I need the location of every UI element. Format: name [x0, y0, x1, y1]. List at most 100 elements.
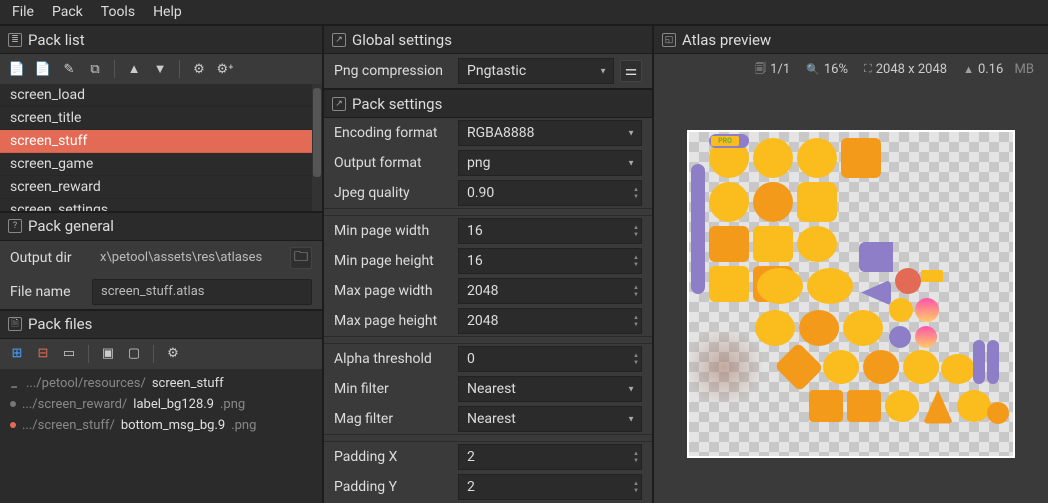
sep: [114, 60, 115, 78]
menubar: File Pack Tools Help: [0, 0, 1048, 24]
setting-spinner[interactable]: 0.90▲▼: [458, 180, 642, 206]
setting-row: Alpha threshold0▲▼: [324, 344, 652, 374]
settings-divider: [324, 336, 652, 344]
atlas-preview-area[interactable]: PRO: [654, 84, 1048, 503]
select-all-icon[interactable]: ▭: [60, 345, 78, 363]
setting-select[interactable]: Nearest▼: [458, 376, 642, 402]
file-ext: .png: [231, 418, 256, 433]
pack-item[interactable]: screen_game: [0, 153, 312, 176]
pack-item[interactable]: screen_stuff: [0, 130, 312, 153]
output-dir-label: Output dir: [10, 250, 84, 266]
sprite: [753, 138, 793, 178]
dim-icon: ⛶: [864, 62, 872, 76]
pro-small-badge: [921, 270, 943, 282]
setting-spinner[interactable]: 16▲▼: [458, 248, 642, 274]
setting-row: Mag filterNearest▼: [324, 404, 652, 434]
sprite: [797, 226, 837, 262]
setting-label: Jpeg quality: [334, 185, 458, 201]
add-file-icon[interactable]: ⊞: [8, 345, 26, 363]
sliders-icon[interactable]: ⚌: [620, 60, 642, 82]
sprite: [774, 342, 823, 391]
pack-list[interactable]: screen_loadscreen_titlescreen_stuffscree…: [0, 84, 312, 211]
pack-settings-icon: ↗: [332, 97, 346, 111]
setting-row: Padding Y2▲▼: [324, 472, 652, 502]
pack-general-body: Output dir x\petool\assets\res\atlases 🗀…: [0, 241, 322, 309]
status-dot: [10, 401, 16, 407]
file-path-hi: screen_stuff: [152, 376, 224, 391]
file-name-input[interactable]: screen_stuff.atlas: [92, 279, 312, 305]
setting-select[interactable]: png▼: [458, 150, 642, 176]
right-column: ◱ Atlas preview 🗐1/1 🔍16% ⛶2048 x 2048 ▲…: [654, 24, 1048, 503]
pack-list-toolbar: 📄 📄 ✎ ⧉ ▲ ▼ ⚙ ⚙⁺: [0, 54, 322, 84]
sprite: [807, 268, 853, 304]
sprite: [709, 226, 749, 262]
zoom-icon: 🔍: [806, 63, 820, 76]
atlas-preview-header: ◱ Atlas preview: [654, 24, 1048, 54]
sprite: [915, 298, 939, 322]
setting-row: Min page height16▲▼: [324, 246, 652, 276]
setting-label: Min page height: [334, 253, 458, 269]
setting-label: Mag filter: [334, 411, 458, 427]
sprite: [889, 298, 913, 322]
file-path-dim: .../screen_reward/: [22, 397, 127, 412]
sep: [153, 345, 154, 363]
setting-select[interactable]: Nearest▼: [458, 406, 642, 432]
setting-spinner[interactable]: 16▲▼: [458, 218, 642, 244]
pack-files-icon: 🗎: [8, 317, 22, 331]
setting-spinner[interactable]: 0▲▼: [458, 346, 642, 372]
file-item[interactable]: .../petool/resources/screen_stuff: [8, 373, 314, 394]
setting-label: Output format: [334, 155, 458, 171]
sep: [88, 345, 89, 363]
menu-file[interactable]: File: [4, 2, 42, 22]
setting-select[interactable]: RGBA8888▼: [458, 120, 642, 146]
setting-row: Min filterNearest▼: [324, 374, 652, 404]
sprite: [859, 242, 893, 272]
pack-files-list[interactable]: .../petool/resources/screen_stuff.../scr…: [0, 369, 322, 503]
setting-label: Max page height: [334, 313, 458, 329]
pack-list-header: ≣ Pack list: [0, 24, 322, 54]
sprite: [847, 390, 881, 422]
setting-row: Max page height2048▲▼: [324, 306, 652, 336]
delete-pack-icon[interactable]: 📄: [34, 60, 52, 78]
png-comp-select[interactable]: Pngtastic▼: [458, 58, 614, 84]
gear-icon[interactable]: ⚙: [190, 60, 208, 78]
setting-spinner[interactable]: 2048▲▼: [458, 278, 642, 304]
pack-item[interactable]: screen_reward: [0, 176, 312, 199]
sprite: [753, 226, 793, 262]
pack-item[interactable]: screen_title: [0, 107, 312, 130]
pack-item[interactable]: screen_settings: [0, 199, 312, 211]
browse-button[interactable]: 🗀: [290, 247, 312, 269]
pack-settings-title: Pack settings: [352, 95, 442, 113]
include-icon[interactable]: ▣: [99, 345, 117, 363]
shadow-sprite: [687, 332, 769, 402]
menu-pack[interactable]: Pack: [44, 2, 91, 22]
gears-icon[interactable]: ⚙⁺: [216, 60, 234, 78]
sprite: [757, 268, 803, 304]
pack-files-toolbar: ⊞ ⊟ ▭ ▣ ▢ ⚙: [0, 339, 322, 369]
folder-icon: [10, 380, 20, 386]
atlas-preview-title: Atlas preview: [682, 31, 771, 49]
menu-help[interactable]: Help: [145, 2, 190, 22]
setting-spinner[interactable]: 2▲▼: [458, 474, 642, 500]
file-item[interactable]: .../screen_reward/label_bg128.9.png: [8, 394, 314, 415]
copy-pack-icon[interactable]: ⧉: [86, 60, 104, 78]
move-down-icon[interactable]: ▼: [151, 60, 169, 78]
move-up-icon[interactable]: ▲: [125, 60, 143, 78]
size-icon: ▲: [963, 63, 974, 76]
exclude-icon[interactable]: ▢: [125, 345, 143, 363]
new-pack-icon[interactable]: 📄: [8, 60, 26, 78]
file-gear-icon[interactable]: ⚙: [164, 345, 182, 363]
setting-label: Alpha threshold: [334, 351, 458, 367]
file-path-hi: label_bg128.9: [133, 397, 214, 412]
setting-spinner[interactable]: 2048▲▼: [458, 308, 642, 334]
remove-file-icon[interactable]: ⊟: [34, 345, 52, 363]
sprite: [885, 390, 919, 422]
file-item[interactable]: .../screen_stuff/bottom_msg_bg.9.png: [8, 415, 314, 436]
pack-item[interactable]: screen_load: [0, 84, 312, 107]
menu-tools[interactable]: Tools: [93, 2, 143, 22]
sep: [179, 60, 180, 78]
pack-settings-body: Encoding formatRGBA8888▼Output formatpng…: [324, 118, 652, 503]
pack-list-scrollbar[interactable]: [312, 84, 322, 211]
edit-pack-icon[interactable]: ✎: [60, 60, 78, 78]
setting-spinner[interactable]: 2▲▼: [458, 444, 642, 470]
